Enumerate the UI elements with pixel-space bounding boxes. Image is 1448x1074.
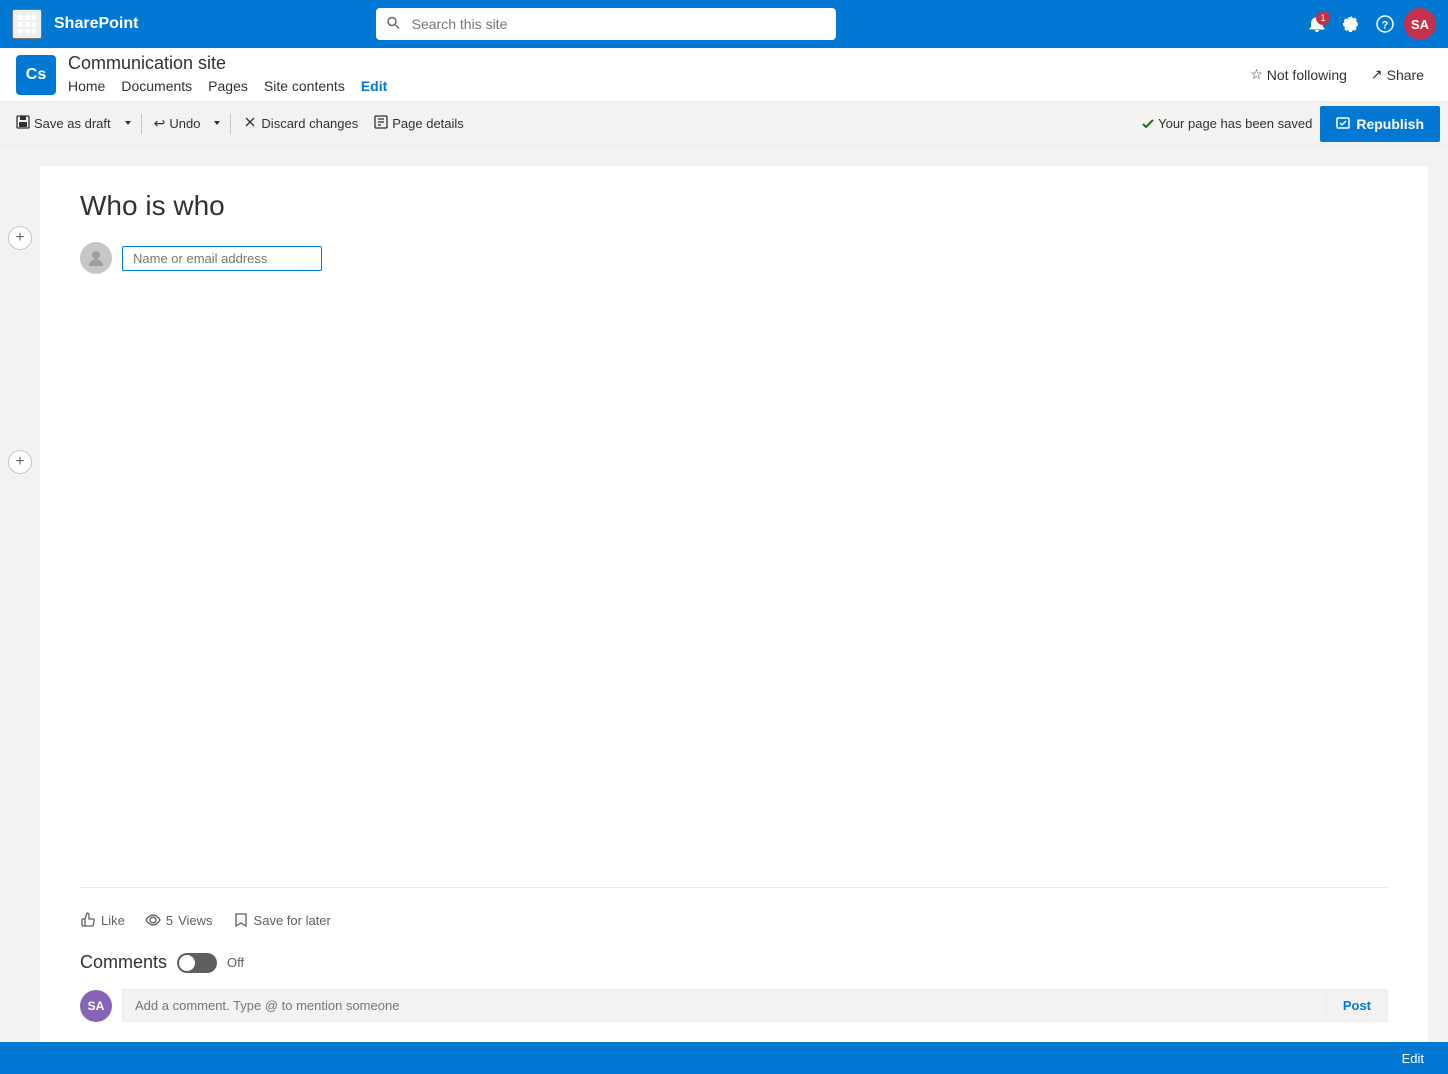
settings-button[interactable]: [1336, 9, 1366, 39]
comment-input-row: SA Post: [80, 989, 1388, 1022]
nav-home[interactable]: Home: [68, 76, 113, 96]
like-label: Like: [101, 913, 125, 928]
page-title: Who is who: [80, 190, 1388, 222]
page-details-icon: [374, 115, 388, 132]
site-info: Communication site Home Documents Pages …: [68, 53, 1242, 96]
page-canvas: Who is who Like: [40, 166, 1428, 1042]
nav-pages[interactable]: Pages: [200, 76, 256, 96]
republish-button[interactable]: Republish: [1320, 106, 1440, 142]
svg-text:?: ?: [1382, 20, 1389, 32]
saved-message: Your page has been saved: [1142, 116, 1312, 131]
comments-section: Comments Off SA Post: [80, 952, 1388, 1022]
comments-label: Comments: [80, 952, 167, 973]
nav-edit[interactable]: Edit: [353, 76, 395, 96]
person-avatar-placeholder: [80, 242, 112, 274]
share-label: Share: [1387, 67, 1424, 83]
star-icon: ☆: [1250, 66, 1263, 83]
search-icon: [386, 16, 400, 33]
edit-toolbar: Save as draft ↩ Undo Discard changes Pag…: [0, 102, 1448, 146]
waffle-button[interactable]: [12, 9, 42, 39]
views-count: 5: [166, 913, 173, 928]
toggle-off-label: Off: [227, 955, 244, 970]
views-label: Views: [178, 913, 212, 928]
name-email-input[interactable]: [122, 246, 322, 271]
undo-icon: ↩: [154, 115, 166, 132]
comments-header: Comments Off: [80, 952, 1388, 973]
engagement-row: Like 5 Views Save for later: [80, 900, 1388, 940]
top-navigation: SharePoint 1 ? SA: [0, 0, 1448, 48]
toggle-knob: [179, 955, 195, 971]
site-header-actions: ☆ Not following ↗ Share: [1242, 62, 1432, 87]
add-section-button-top[interactable]: +: [8, 226, 32, 250]
republish-label: Republish: [1356, 116, 1424, 132]
not-following-label: Not following: [1267, 67, 1347, 83]
toolbar-right: Your page has been saved Republish: [1142, 106, 1440, 142]
app-logo-text: SharePoint: [54, 15, 138, 33]
page-details-label: Page details: [392, 116, 464, 131]
help-button[interactable]: ?: [1370, 9, 1400, 39]
page-content: + + Who is who Like: [0, 146, 1448, 1042]
discard-changes-button[interactable]: Discard changes: [235, 109, 366, 138]
site-logo: Cs: [16, 55, 56, 95]
search-input[interactable]: [376, 8, 836, 40]
views-indicator: 5 Views: [145, 912, 213, 928]
site-header: Cs Communication site Home Documents Pag…: [0, 48, 1448, 102]
not-following-button[interactable]: ☆ Not following: [1242, 62, 1355, 87]
comments-toggle[interactable]: [177, 953, 217, 973]
toolbar-separator-2: [230, 114, 231, 134]
comment-input[interactable]: [123, 990, 1326, 1021]
save-draft-dropdown[interactable]: [119, 110, 137, 137]
footer-edit-button[interactable]: Edit: [1394, 1047, 1432, 1070]
saved-text: Your page has been saved: [1158, 116, 1312, 131]
share-button[interactable]: ↗ Share: [1363, 62, 1432, 87]
page-details-button[interactable]: Page details: [366, 109, 472, 138]
top-nav-actions: 1 ? SA: [1302, 8, 1436, 40]
undo-dropdown[interactable]: [208, 110, 226, 137]
post-comment-button[interactable]: Post: [1326, 990, 1387, 1021]
nav-site-contents[interactable]: Site contents: [256, 76, 353, 96]
site-nav: Home Documents Pages Site contents Edit: [68, 76, 1242, 96]
save-as-draft-button[interactable]: Save as draft: [8, 109, 119, 138]
undo-label: Undo: [169, 116, 200, 131]
search-bar: [376, 8, 836, 40]
add-section-button-mid[interactable]: +: [8, 450, 32, 474]
share-icon: ↗: [1371, 66, 1383, 83]
discard-label: Discard changes: [261, 116, 358, 131]
save-icon: [16, 115, 30, 132]
toolbar-separator-1: [141, 114, 142, 134]
save-later-label: Save for later: [254, 913, 331, 928]
nav-documents[interactable]: Documents: [113, 76, 200, 96]
page-footer: Edit: [0, 1042, 1448, 1074]
commenter-avatar: SA: [80, 990, 112, 1022]
site-title: Communication site: [68, 53, 1242, 74]
add-section-sidebar: + +: [0, 146, 40, 1042]
save-draft-label: Save as draft: [34, 116, 111, 131]
user-avatar-button[interactable]: SA: [1404, 8, 1436, 40]
notifications-button[interactable]: 1: [1302, 9, 1332, 39]
save-for-later-button[interactable]: Save for later: [233, 912, 331, 928]
who-input-row: [80, 242, 1388, 274]
comment-input-box: Post: [122, 989, 1388, 1022]
undo-button[interactable]: ↩ Undo: [146, 109, 209, 138]
notification-badge: 1: [1316, 11, 1330, 25]
discard-icon: [243, 115, 257, 132]
like-button[interactable]: Like: [80, 912, 125, 928]
